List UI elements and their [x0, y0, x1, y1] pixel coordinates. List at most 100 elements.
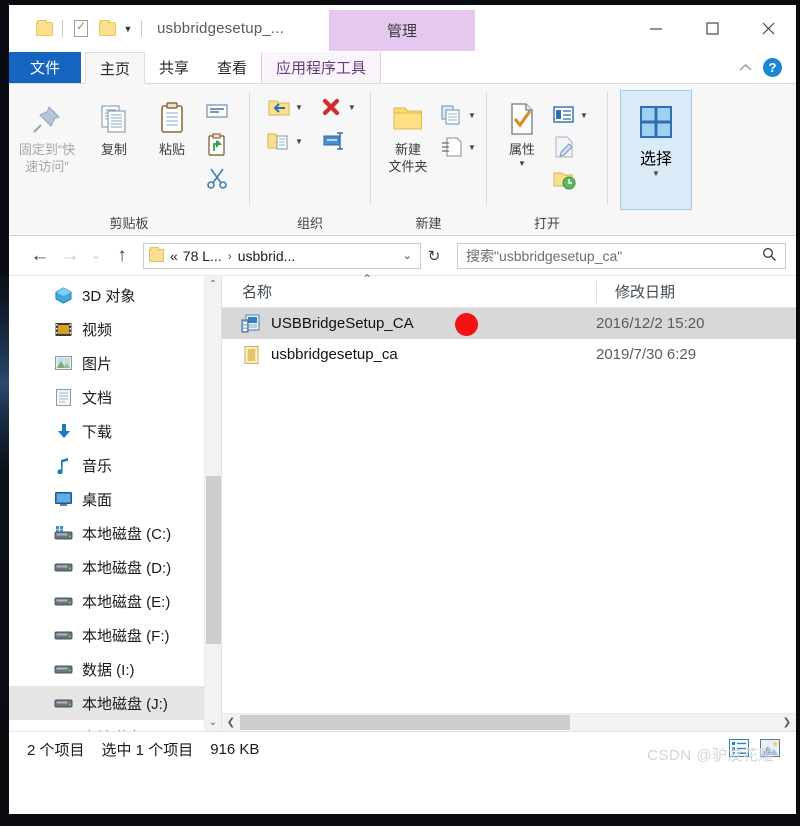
tab-application-tools[interactable]: 应用程序工具 — [261, 52, 382, 83]
ribbon-body: 固定到“快 速访问” 复制 粘贴 剪贴板 ▼ ▼ ▼ 组织 新建 文件夹 ▼ ▼… — [9, 84, 796, 236]
tab-view[interactable]: 查看 — [203, 52, 261, 83]
sidebar-item-label: 本地磁盘 (D:) — [82, 559, 172, 577]
new-item-caret-icon[interactable]: ▼ — [468, 111, 476, 120]
paste-button[interactable]: 粘贴 — [143, 92, 201, 159]
select-button[interactable]: 选择 ▼ — [620, 90, 692, 210]
pin-to-quick-access-button[interactable]: 固定到“快 速访问” — [9, 92, 85, 175]
pin-to-quick-access-label: 固定到“快 速访问” — [18, 142, 76, 174]
tab-file[interactable]: 文件 — [9, 52, 81, 83]
properties-label: 属性 — [508, 142, 535, 157]
minimize-button[interactable] — [628, 5, 684, 52]
nav-scroll-thumb[interactable] — [206, 476, 221, 644]
sidebar-item-drive-e[interactable]: 本地磁盘 (E:) — [9, 584, 221, 618]
file-list-pane: ⌃ 名称 修改日期 USBBridgeSetup_CA 2016/12/2 15… — [222, 272, 796, 731]
paste-icon — [156, 98, 188, 140]
address-dropdown-icon[interactable]: ⌄ — [395, 249, 420, 262]
address-bar[interactable]: « 78 L... › usbbrid... ⌄ — [143, 242, 421, 269]
paste-label: 粘贴 — [158, 142, 185, 157]
table-row[interactable]: USBBridgeSetup_CA 2016/12/2 15:20 — [222, 308, 796, 339]
hscroll-left-button[interactable]: ❮ — [222, 717, 240, 728]
msi-installer-icon — [240, 313, 262, 335]
edit-button[interactable] — [551, 134, 588, 160]
column-header-name[interactable]: ⌃ 名称 — [222, 272, 596, 302]
copy-to-button[interactable]: ▼ — [266, 128, 303, 154]
breadcrumb-prefix: « — [170, 247, 178, 264]
collapse-ribbon-icon[interactable] — [738, 63, 753, 73]
navigation-tree: 3D 对象 视频 图片 文档 下载 音乐 桌面 本地磁盘 (C:) 本地磁盘 (… — [9, 276, 221, 731]
sidebar-item-downloads[interactable]: 下载 — [9, 414, 221, 448]
copy-label: 复制 — [100, 142, 127, 157]
column-header-date[interactable]: 修改日期 — [597, 281, 675, 302]
qat-folder-icon[interactable] — [31, 16, 57, 42]
history-button[interactable] — [551, 166, 588, 192]
sidebar-item-drive-i[interactable]: 数据 (I:) — [9, 652, 221, 686]
breadcrumb-item-0[interactable]: 78 L... — [183, 248, 222, 264]
back-button[interactable]: ← — [25, 241, 55, 271]
select-icon — [637, 99, 675, 145]
desktop-icon — [54, 490, 73, 509]
easy-access-caret-icon[interactable]: ▼ — [468, 143, 476, 152]
easy-access-button[interactable]: ▼ — [439, 134, 476, 160]
tab-share[interactable]: 共享 — [145, 52, 203, 83]
recent-locations-button[interactable]: ⌄ — [85, 241, 107, 271]
search-icon[interactable] — [762, 247, 777, 265]
maximize-button[interactable] — [684, 5, 740, 52]
sidebar-item-drive-k[interactable]: 本地磁盘 (K:) — [9, 720, 221, 732]
move-to-button[interactable]: ▼ — [266, 94, 303, 120]
new-folder-button[interactable]: 新建 文件夹 — [377, 92, 439, 175]
tab-home[interactable]: 主页 — [85, 52, 146, 84]
sidebar-item-drive-c[interactable]: 本地磁盘 (C:) — [9, 516, 221, 550]
up-button[interactable]: ↑ — [107, 241, 137, 271]
sidebar-item-pictures[interactable]: 图片 — [9, 346, 221, 380]
sidebar-item-desktop[interactable]: 桌面 — [9, 482, 221, 516]
delete-button[interactable]: ▼ — [319, 94, 356, 120]
copy-path-button[interactable] — [205, 100, 229, 126]
open-with-button[interactable]: ▼ — [551, 102, 588, 128]
nav-scroll-up-button[interactable]: ⌃ — [205, 276, 221, 293]
sidebar-item-drive-f[interactable]: 本地磁盘 (F:) — [9, 618, 221, 652]
move-to-caret-icon[interactable]: ▼ — [295, 103, 303, 112]
forward-button[interactable]: → — [55, 241, 85, 271]
hscroll-thumb[interactable] — [240, 714, 570, 730]
close-button[interactable] — [740, 5, 796, 52]
cut-button[interactable] — [205, 164, 229, 190]
qat-properties-icon[interactable] — [68, 16, 94, 42]
properties-button[interactable]: 属性 ▼ — [493, 92, 551, 168]
hscroll-track[interactable] — [240, 714, 778, 732]
copy-icon — [98, 98, 130, 140]
cab-file-icon — [240, 344, 262, 366]
qat-customize-caret-icon[interactable]: ▼ — [120, 5, 136, 52]
ribbon-group-new-label: 新建 — [415, 215, 442, 231]
sidebar-item-videos[interactable]: 视频 — [9, 312, 221, 346]
sidebar-item-label: 下载 — [82, 423, 113, 441]
file-list-horizontal-scrollbar[interactable]: ❮ ❯ — [222, 713, 796, 731]
copy-button[interactable]: 复制 — [85, 92, 143, 159]
column-headers: ⌃ 名称 修改日期 — [222, 272, 796, 308]
sidebar-item-label: 本地磁盘 (C:) — [82, 525, 172, 543]
nav-scroll-down-button[interactable]: ⌄ — [205, 714, 221, 731]
search-box[interactable]: 搜索"usbbridgesetup_ca" — [457, 242, 786, 269]
new-small-buttons: ▼ ▼ — [439, 92, 476, 160]
delete-caret-icon[interactable]: ▼ — [348, 103, 356, 112]
rename-button[interactable] — [319, 128, 356, 154]
open-with-caret-icon[interactable]: ▼ — [580, 111, 588, 120]
help-icon[interactable]: ? — [763, 58, 782, 77]
breadcrumb-item-1[interactable]: usbbrid... — [238, 248, 296, 264]
copy-to-caret-icon[interactable]: ▼ — [295, 137, 303, 146]
contextual-tab-header-label: 管理 — [386, 23, 417, 40]
sidebar-item-music[interactable]: 音乐 — [9, 448, 221, 482]
navigation-scrollbar[interactable]: ⌃ ⌄ — [204, 276, 221, 731]
new-item-button[interactable]: ▼ — [439, 102, 476, 128]
table-row[interactable]: usbbridgesetup_ca 2019/7/30 6:29 — [222, 339, 796, 370]
refresh-button[interactable]: ↻ — [421, 243, 447, 269]
qat-new-folder-icon[interactable] — [94, 16, 120, 42]
sidebar-item-3d-objects[interactable]: 3D 对象 — [9, 278, 221, 312]
select-caret-icon[interactable]: ▼ — [652, 169, 660, 178]
frame-edge-left — [0, 0, 9, 814]
paste-shortcut-button[interactable] — [205, 132, 229, 158]
properties-caret-icon[interactable]: ▼ — [518, 159, 526, 168]
sidebar-item-drive-j[interactable]: 本地磁盘 (J:) — [9, 686, 221, 720]
sidebar-item-drive-d[interactable]: 本地磁盘 (D:) — [9, 550, 221, 584]
sidebar-item-documents[interactable]: 文档 — [9, 380, 221, 414]
hscroll-right-button[interactable]: ❯ — [778, 717, 796, 728]
